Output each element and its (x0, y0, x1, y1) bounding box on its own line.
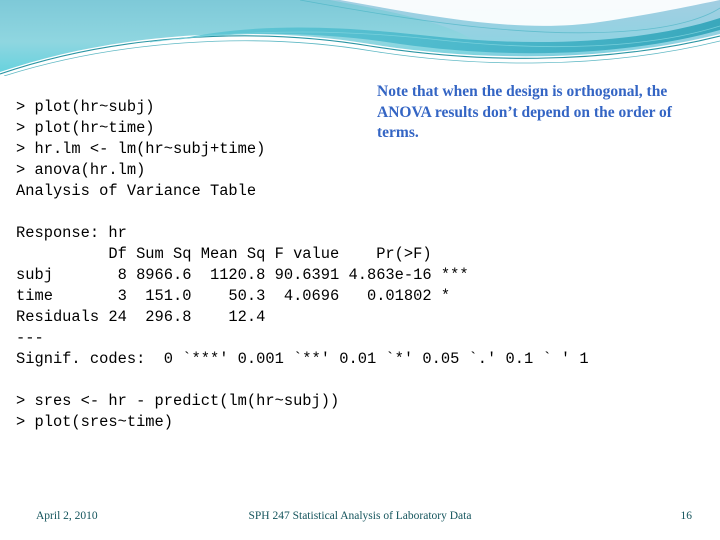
console-line-anova-title: Analysis of Variance Table (16, 182, 257, 201)
console-line: > plot(sres~time) (16, 413, 174, 432)
console-line-response: Response: hr (16, 224, 127, 243)
console-line-separator: --- (16, 329, 44, 348)
anova-table-row-residuals: Residuals 24 296.8 12.4 (16, 308, 266, 327)
signif-codes-line: Signif. codes: 0 `***' 0.001 `**' 0.01 `… (16, 350, 589, 369)
slide-footer: April 2, 2010 SPH 247 Statistical Analys… (0, 506, 720, 534)
annotation-note: Note that when the design is orthogonal,… (377, 83, 672, 141)
footer-course-title: SPH 247 Statistical Analysis of Laborato… (248, 510, 472, 522)
anova-table-row-time: time 3 151.0 50.3 4.0696 0.01802 * (16, 287, 451, 306)
slide-body: > plot(hr~subj) > plot(hr~time) > hr.lm <-… (0, 76, 720, 496)
console-line: > sres <- hr - predict(lm(hr~subj)) (16, 392, 340, 411)
slide-header-banner (0, 0, 720, 76)
footer-page-number: 16 (680, 510, 693, 522)
r-console-transcript: > plot(hr~subj) > plot(hr~time) > hr.lm <-… (16, 97, 589, 433)
header-wave-graphic (0, 0, 720, 76)
anova-table-header-row: Df Sum Sq Mean Sq F value Pr(>F) (16, 245, 432, 264)
anova-table-row-subj: subj 8 8966.6 1120.8 90.6391 4.863e-16 *… (16, 266, 469, 285)
console-line: > anova(hr.lm) (16, 161, 146, 180)
